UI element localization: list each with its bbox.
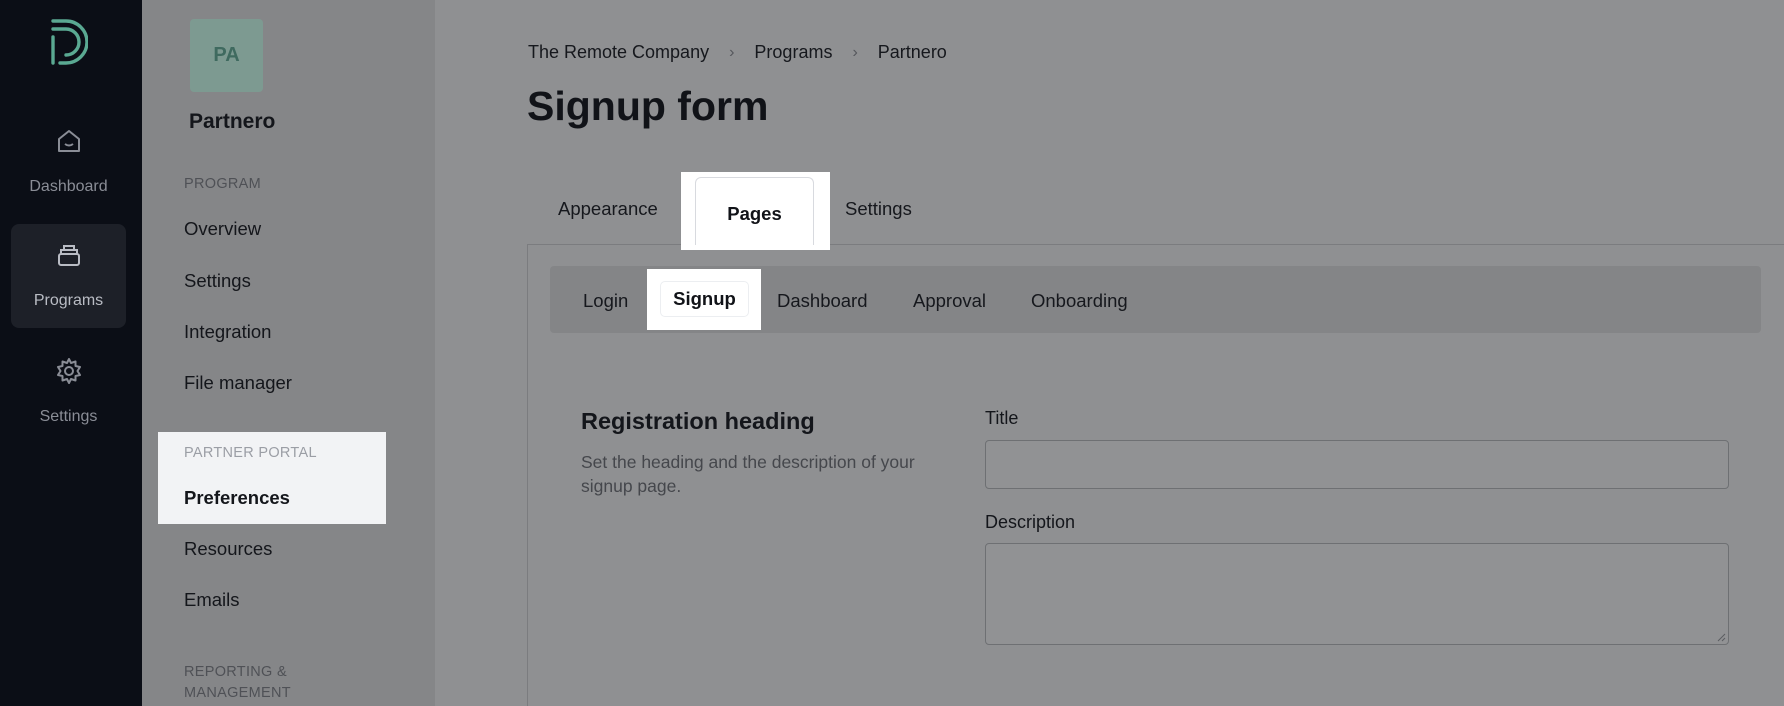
avatar[interactable]: PA (190, 19, 263, 92)
chevron-right-icon: › (852, 43, 858, 61)
partner-portal-highlight: PARTNER PORTAL Preferences (158, 432, 386, 524)
app-rail: Dashboard Programs Settings (0, 0, 142, 706)
subtab-approval[interactable]: Approval (913, 290, 986, 312)
subtab-signup[interactable]: Signup (661, 282, 748, 316)
section-heading: Registration heading (581, 408, 815, 434)
breadcrumb-item[interactable]: Programs (754, 42, 832, 63)
section-title-reporting: REPORTING & MANAGEMENT (184, 664, 291, 701)
rail-item-programs[interactable]: Programs (11, 224, 126, 328)
tab-settings[interactable]: Settings (845, 198, 912, 220)
sidebar-item-file-manager[interactable]: File manager (184, 372, 292, 394)
sidebar-item-preferences[interactable]: Preferences (184, 487, 290, 509)
breadcrumb-item[interactable]: Partnero (878, 42, 947, 63)
breadcrumb-item[interactable]: The Remote Company (528, 42, 709, 63)
description-label: Description (985, 512, 1076, 532)
rail-item-dashboard[interactable]: Dashboard (11, 110, 126, 214)
subtab-highlight: Signup (647, 269, 761, 330)
title-label: Title (985, 408, 1019, 428)
tab-pages[interactable]: Pages (695, 177, 814, 245)
sidebar-item-integration[interactable]: Integration (184, 321, 271, 343)
section-description: Set the heading and the description of y… (581, 452, 915, 496)
breadcrumb: The Remote Company › Programs › Partnero (528, 42, 947, 63)
resize-handle-icon[interactable] (1716, 632, 1726, 642)
gear-icon (57, 358, 81, 384)
section-title-partner-portal: PARTNER PORTAL (184, 445, 317, 461)
chevron-right-icon: › (729, 43, 735, 61)
stack-icon (58, 245, 80, 266)
tab-label: Pages (727, 203, 782, 224)
rail-item-label: Settings (39, 408, 98, 425)
sidebar-item-overview[interactable]: Overview (184, 218, 261, 240)
home-icon (58, 130, 80, 152)
subtab-onboarding[interactable]: Onboarding (1031, 290, 1128, 312)
subtab-bar: Login Signup Dashboard Approval Onboardi… (550, 266, 1761, 333)
rail-item-label: Programs (33, 292, 104, 309)
section-title-program: PROGRAM (184, 176, 262, 192)
page-title: Signup form (527, 83, 769, 129)
rail-item-label: Dashboard (29, 178, 108, 195)
program-name: Partnero (189, 110, 276, 133)
title-input[interactable] (985, 440, 1729, 489)
subtab-dashboard[interactable]: Dashboard (777, 290, 868, 312)
program-sidebar: PA Partnero PROGRAM Overview Settings In… (142, 0, 435, 706)
partnero-logo-icon[interactable] (48, 16, 88, 68)
sidebar-item-resources[interactable]: Resources (184, 538, 272, 560)
subtab-login[interactable]: Login (583, 290, 628, 312)
tab-appearance[interactable]: Appearance (558, 198, 658, 220)
sidebar-item-settings[interactable]: Settings (184, 270, 251, 292)
tab-highlight: Pages (681, 172, 830, 250)
description-textarea[interactable] (985, 543, 1729, 645)
rail-item-settings[interactable]: Settings (11, 340, 126, 444)
sidebar-item-emails[interactable]: Emails (184, 589, 240, 611)
